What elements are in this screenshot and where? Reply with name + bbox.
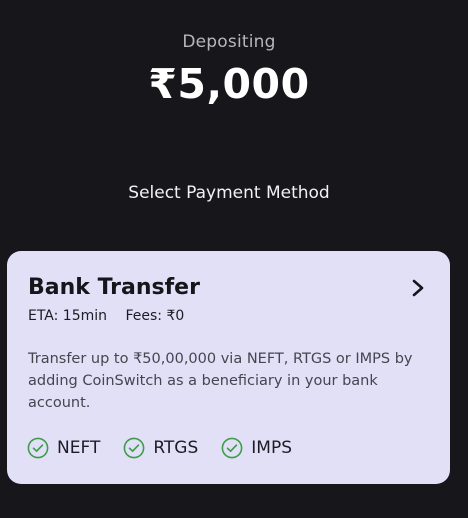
deposit-label: Depositing <box>182 32 276 52</box>
option-imps: IMPS <box>221 437 292 459</box>
card-meta: ETA: 15min Fees: ₹0 <box>28 308 184 324</box>
check-circle-icon <box>123 437 145 459</box>
option-neft: NEFT <box>27 437 100 459</box>
chevron-right-icon[interactable] <box>410 277 426 299</box>
option-label: IMPS <box>251 438 292 458</box>
check-circle-icon <box>221 437 243 459</box>
eta-text: ETA: 15min <box>28 308 108 324</box>
deposit-amount: ₹5,000 <box>148 60 310 108</box>
fees-text: Fees: ₹0 <box>125 308 185 324</box>
section-title: Select Payment Method <box>128 183 330 203</box>
option-label: NEFT <box>57 438 101 458</box>
card-description: Transfer up to ₹50,00,000 via NEFT, RTGS… <box>28 351 413 411</box>
option-label: RTGS <box>153 438 199 458</box>
option-rtgs: RTGS <box>123 437 198 459</box>
transfer-options: NEFT RTGS IMPS <box>27 437 315 459</box>
bank-transfer-card[interactable]: Bank Transfer ETA: 15min Fees: ₹0 Transf… <box>7 251 450 484</box>
check-circle-icon <box>27 437 49 459</box>
card-title: Bank Transfer <box>28 275 200 300</box>
